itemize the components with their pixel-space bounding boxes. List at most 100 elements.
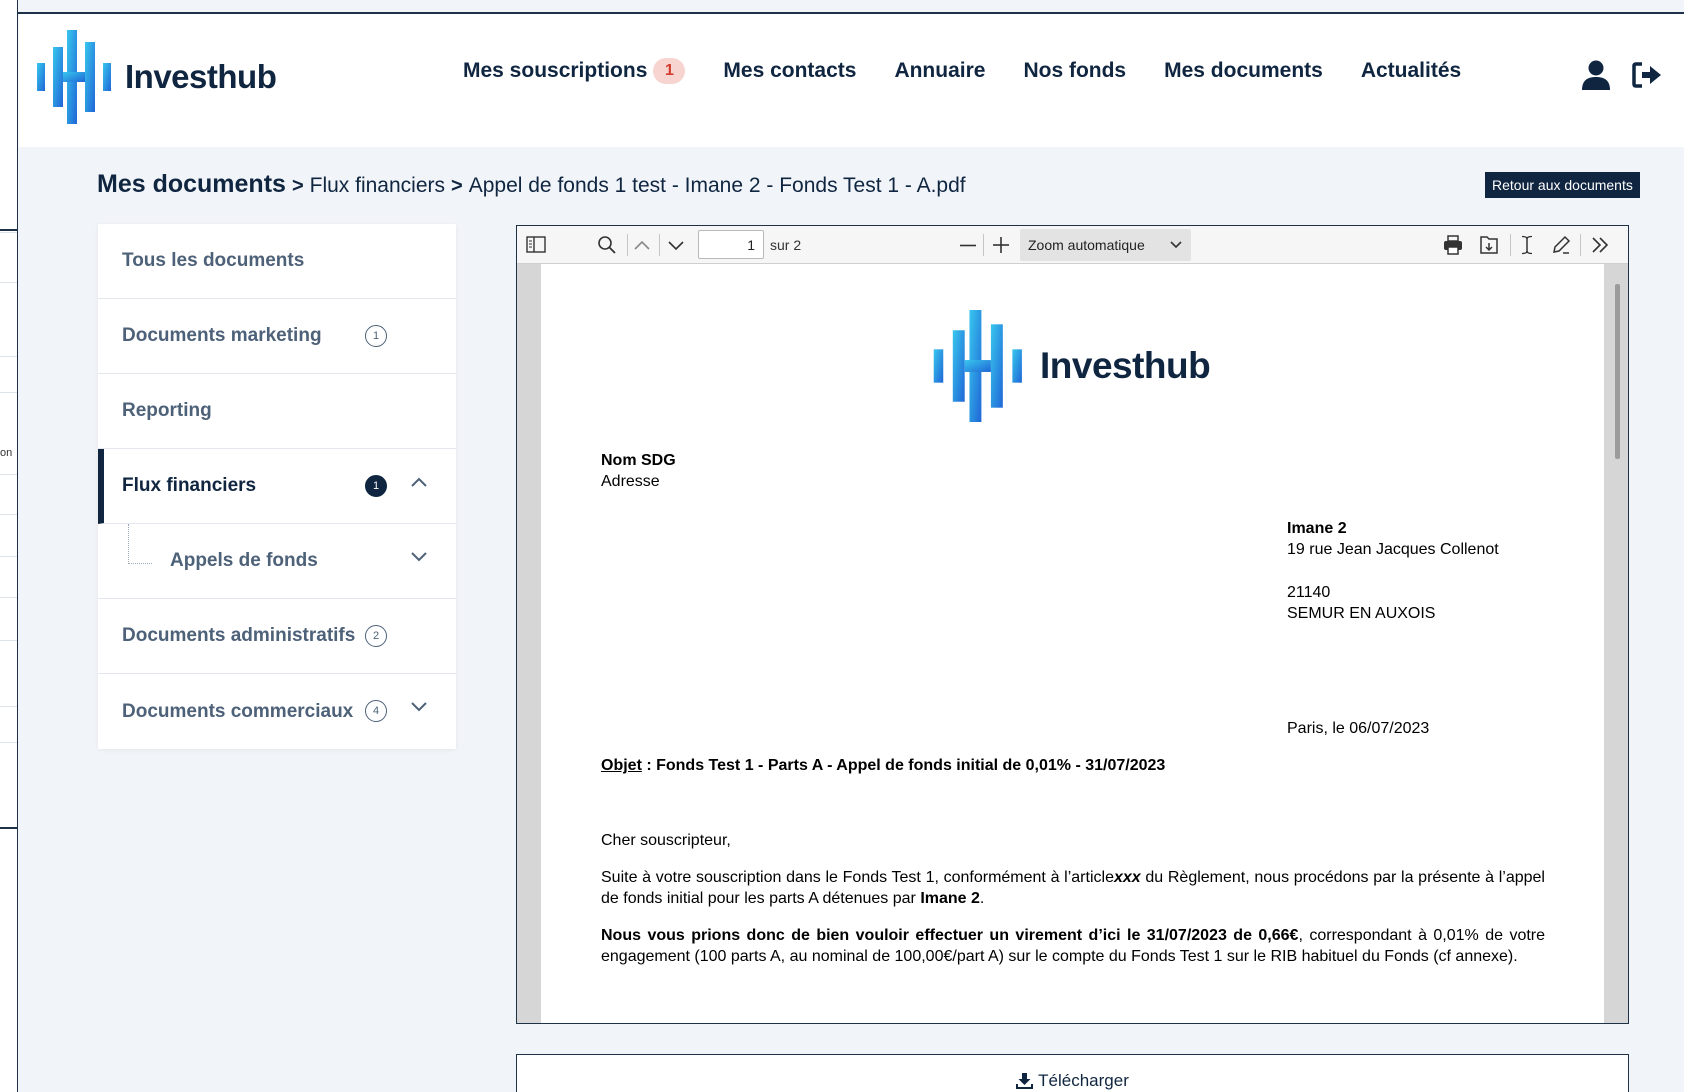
pen-icon[interactable] [1551,235,1571,255]
text-cursor-icon[interactable] [1520,235,1534,255]
plus-icon[interactable] [993,237,1009,253]
article-reference: xxx [1113,869,1141,886]
recipient-street: 19 rue Jean Jacques Collenot [1287,541,1499,558]
investhub-logo-icon [933,310,1022,422]
paragraph-2: Nous vous prions donc de bien vouloir ef… [601,925,1545,967]
greeting: Cher souscripteur, [601,832,731,849]
recipient-name: Imane 2 [1287,520,1347,537]
investhub-logo-icon [37,30,111,124]
document-logo: Investhub [930,310,1211,422]
count-badge: 4 [365,700,387,722]
paragraph-text: Suite à votre souscription dans le Fonds… [601,869,1114,886]
download-label: Télécharger [1038,1070,1129,1090]
place-date: Paris, le 06/07/2023 [1287,720,1430,737]
notification-badge: 1 [653,58,686,84]
nav-actualites[interactable]: Actualités [1361,59,1461,83]
nav-mes-souscriptions[interactable]: Mes souscriptions 1 [463,58,686,84]
chevron-up-icon[interactable] [411,477,427,487]
scrollbar-thumb[interactable] [1615,284,1620,459]
sidebar-item-label: Reporting [122,400,212,421]
breadcrumb-separator: > [451,175,463,197]
sidebar-item-label: Appels de fonds [170,550,318,571]
breadcrumb: Mes documents > Flux financiers > Appel … [97,170,966,199]
sidebar-item-label: Flux financiers [122,475,257,496]
header-actions [1560,60,1662,95]
nav-nos-fonds[interactable]: Nos fonds [1023,59,1126,83]
main-nav: Mes souscriptions 1 Mes contacts Annuair… [463,58,1499,84]
pdf-scrollbar[interactable] [1604,264,1628,1023]
double-chevron-right-icon[interactable] [1591,237,1609,253]
chevron-down-icon [1170,241,1182,249]
paragraph-1: Suite à votre souscription dans le Fonds… [601,867,1545,909]
pdf-toolbar: sur 2 Zoom automatique [517,226,1628,264]
breadcrumb-separator: > [291,175,304,197]
page-total: sur 2 [770,237,802,253]
breadcrumb-current: Appel de fonds 1 test - Imane 2 - Fonds … [468,174,966,197]
sidebar-item-appels-de-fonds[interactable]: Appels de fonds [98,524,456,599]
document-brand-name: Investhub [1040,345,1211,386]
nav-label: Annuaire [894,59,986,82]
brand-logo[interactable]: Investhub [35,30,277,124]
sidebar-item-label: Tous les documents [122,250,305,271]
app-window: Investhub Mes souscriptions 1 Mes contac… [19,14,1684,1092]
pdf-page: Investhub Nom SDG Adresse Imane 2 19 rue… [541,264,1605,1023]
recipient-city: SEMUR EN AUXOIS [1287,605,1436,622]
back-to-documents-button[interactable]: Retour aux documents [1485,172,1640,198]
sender-name: Nom SDG [601,452,676,469]
chevron-down-icon[interactable] [411,702,427,712]
toolbar-separator [1580,234,1581,256]
top-header: Investhub Mes souscriptions 1 Mes contac… [19,14,1684,147]
breadcrumb-root[interactable]: Mes documents [97,170,286,199]
nav-mes-documents[interactable]: Mes documents [1164,59,1323,83]
save-icon[interactable] [1479,235,1499,255]
page-number-input[interactable] [698,230,764,259]
nav-mes-contacts[interactable]: Mes contacts [723,59,856,83]
sidebar-item-documents-marketing[interactable]: Documents marketing 1 [98,299,456,374]
toolbar-separator [983,234,984,256]
search-icon[interactable] [597,235,617,255]
nav-label: Nos fonds [1023,59,1127,82]
nav-annuaire[interactable]: Annuaire [894,59,985,83]
user-icon[interactable] [1582,60,1610,95]
toolbar-separator [1510,234,1511,256]
document-object: Objet : Fonds Test 1 - Parts A - Appel d… [601,755,1165,776]
subscriber-name: Imane 2 [920,890,980,907]
chevron-down-icon[interactable] [411,552,427,562]
sidebar-item-reporting[interactable]: Reporting [98,374,456,449]
count-badge: 2 [365,625,387,647]
object-label: Objet [601,757,642,774]
sidebar-item-label: Documents marketing [122,325,322,346]
toolbar-separator [627,234,628,256]
count-badge: 1 [365,325,387,347]
download-icon [1016,1073,1034,1089]
minus-icon[interactable] [960,244,976,247]
download-button[interactable]: Télécharger [516,1054,1629,1092]
toolbar-separator [659,234,660,256]
sidebar-toggle-icon[interactable] [526,236,546,253]
nav-label: Mes contacts [723,59,857,82]
sidebar-item-label: Documents commerciaux [122,700,354,722]
pdf-viewer: sur 2 Zoom automatique [516,225,1629,1024]
sidebar-item-flux-financiers[interactable]: Flux financiers 1 [98,449,456,524]
zoom-value: Zoom automatique [1028,237,1145,253]
sidebar-item-documents-administratifs[interactable]: Documents administratifs 2 [98,599,456,674]
chevron-down-icon[interactable] [667,240,685,251]
sidebar-item-tous-les-documents[interactable]: Tous les documents [98,224,456,299]
paragraph-text: . [979,890,985,907]
document-categories-sidebar: Tous les documents Documents marketing 1… [98,224,456,749]
sidebar-item-documents-commerciaux[interactable]: Documents commerciaux 4 [98,674,456,749]
recipient-zip: 21140 [1287,584,1331,601]
count-badge: 1 [365,475,387,497]
breadcrumb-item[interactable]: Flux financiers [310,174,445,198]
chevron-up-icon[interactable] [633,240,651,251]
zoom-select[interactable]: Zoom automatique [1020,229,1191,261]
logout-icon[interactable] [1632,62,1662,93]
print-icon[interactable] [1443,235,1463,255]
paragraph-bold-text: Nous vous prions donc de bien vouloir ef… [601,927,1299,944]
brand-name: Investhub [125,58,277,95]
background-window-text: on [0,447,13,459]
nav-label: Actualités [1360,59,1462,82]
sender-address: Adresse [601,473,660,490]
nav-label: Mes souscriptions [463,59,648,82]
tree-connector [128,524,152,564]
